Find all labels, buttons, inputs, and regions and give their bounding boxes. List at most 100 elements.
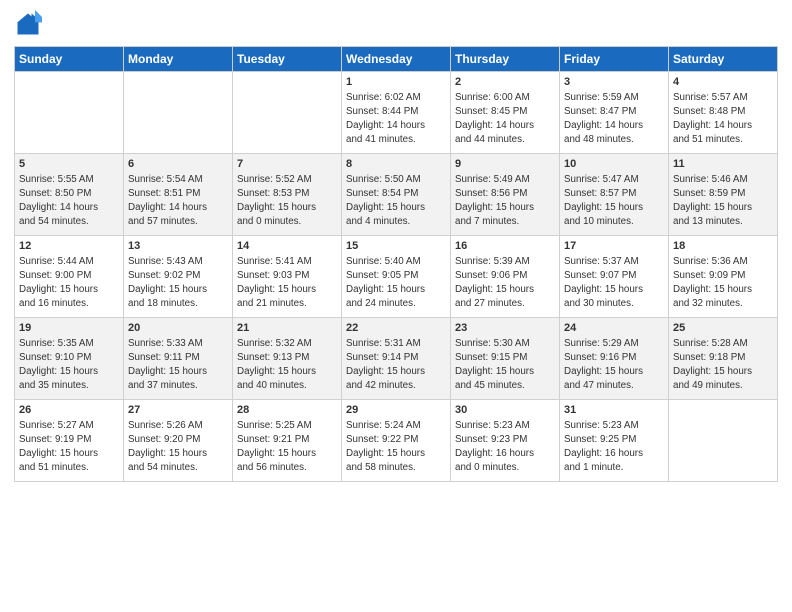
calendar-day-cell: 27Sunrise: 5:26 AM Sunset: 9:20 PM Dayli… xyxy=(124,400,233,482)
day-info: Sunrise: 5:40 AM Sunset: 9:05 PM Dayligh… xyxy=(346,255,446,310)
day-number: 8 xyxy=(346,157,446,172)
calendar-week-row: 12Sunrise: 5:44 AM Sunset: 9:00 PM Dayli… xyxy=(15,236,778,318)
day-number: 22 xyxy=(346,321,446,336)
day-number: 30 xyxy=(455,403,555,418)
day-number: 5 xyxy=(19,157,119,172)
day-number: 4 xyxy=(673,75,773,90)
day-info: Sunrise: 5:50 AM Sunset: 8:54 PM Dayligh… xyxy=(346,173,446,228)
day-of-week-header: Saturday xyxy=(669,47,778,72)
calendar-day-cell: 5Sunrise: 5:55 AM Sunset: 8:50 PM Daylig… xyxy=(15,154,124,236)
day-number: 12 xyxy=(19,239,119,254)
day-info: Sunrise: 5:24 AM Sunset: 9:22 PM Dayligh… xyxy=(346,419,446,474)
day-info: Sunrise: 6:02 AM Sunset: 8:44 PM Dayligh… xyxy=(346,91,446,146)
day-of-week-header: Wednesday xyxy=(342,47,451,72)
day-number: 3 xyxy=(564,75,664,90)
day-info: Sunrise: 5:52 AM Sunset: 8:53 PM Dayligh… xyxy=(237,173,337,228)
day-number: 2 xyxy=(455,75,555,90)
day-info: Sunrise: 5:35 AM Sunset: 9:10 PM Dayligh… xyxy=(19,337,119,392)
day-number: 10 xyxy=(564,157,664,172)
day-number: 13 xyxy=(128,239,228,254)
calendar-day-cell: 14Sunrise: 5:41 AM Sunset: 9:03 PM Dayli… xyxy=(233,236,342,318)
calendar-week-row: 19Sunrise: 5:35 AM Sunset: 9:10 PM Dayli… xyxy=(15,318,778,400)
calendar-day-cell: 29Sunrise: 5:24 AM Sunset: 9:22 PM Dayli… xyxy=(342,400,451,482)
day-info: Sunrise: 5:54 AM Sunset: 8:51 PM Dayligh… xyxy=(128,173,228,228)
calendar-day-cell: 18Sunrise: 5:36 AM Sunset: 9:09 PM Dayli… xyxy=(669,236,778,318)
calendar-day-cell: 12Sunrise: 5:44 AM Sunset: 9:00 PM Dayli… xyxy=(15,236,124,318)
day-info: Sunrise: 5:39 AM Sunset: 9:06 PM Dayligh… xyxy=(455,255,555,310)
calendar-header: SundayMondayTuesdayWednesdayThursdayFrid… xyxy=(15,47,778,72)
day-info: Sunrise: 5:32 AM Sunset: 9:13 PM Dayligh… xyxy=(237,337,337,392)
header-row: SundayMondayTuesdayWednesdayThursdayFrid… xyxy=(15,47,778,72)
day-of-week-header: Friday xyxy=(560,47,669,72)
day-info: Sunrise: 5:46 AM Sunset: 8:59 PM Dayligh… xyxy=(673,173,773,228)
calendar-body: 1Sunrise: 6:02 AM Sunset: 8:44 PM Daylig… xyxy=(15,72,778,482)
day-number: 31 xyxy=(564,403,664,418)
day-info: Sunrise: 5:36 AM Sunset: 9:09 PM Dayligh… xyxy=(673,255,773,310)
calendar-day-cell: 31Sunrise: 5:23 AM Sunset: 9:25 PM Dayli… xyxy=(560,400,669,482)
header xyxy=(14,10,778,38)
calendar-week-row: 1Sunrise: 6:02 AM Sunset: 8:44 PM Daylig… xyxy=(15,72,778,154)
calendar-week-row: 5Sunrise: 5:55 AM Sunset: 8:50 PM Daylig… xyxy=(15,154,778,236)
calendar-day-cell: 2Sunrise: 6:00 AM Sunset: 8:45 PM Daylig… xyxy=(451,72,560,154)
day-info: Sunrise: 5:37 AM Sunset: 9:07 PM Dayligh… xyxy=(564,255,664,310)
day-info: Sunrise: 5:30 AM Sunset: 9:15 PM Dayligh… xyxy=(455,337,555,392)
calendar-table: SundayMondayTuesdayWednesdayThursdayFrid… xyxy=(14,46,778,482)
calendar-day-cell: 1Sunrise: 6:02 AM Sunset: 8:44 PM Daylig… xyxy=(342,72,451,154)
day-number: 29 xyxy=(346,403,446,418)
calendar-day-cell: 17Sunrise: 5:37 AM Sunset: 9:07 PM Dayli… xyxy=(560,236,669,318)
day-info: Sunrise: 6:00 AM Sunset: 8:45 PM Dayligh… xyxy=(455,91,555,146)
calendar-day-cell: 6Sunrise: 5:54 AM Sunset: 8:51 PM Daylig… xyxy=(124,154,233,236)
calendar-day-cell: 20Sunrise: 5:33 AM Sunset: 9:11 PM Dayli… xyxy=(124,318,233,400)
day-number: 17 xyxy=(564,239,664,254)
calendar-day-cell: 28Sunrise: 5:25 AM Sunset: 9:21 PM Dayli… xyxy=(233,400,342,482)
calendar-day-cell: 15Sunrise: 5:40 AM Sunset: 9:05 PM Dayli… xyxy=(342,236,451,318)
day-info: Sunrise: 5:49 AM Sunset: 8:56 PM Dayligh… xyxy=(455,173,555,228)
calendar-day-cell xyxy=(15,72,124,154)
calendar-day-cell: 10Sunrise: 5:47 AM Sunset: 8:57 PM Dayli… xyxy=(560,154,669,236)
calendar-day-cell: 23Sunrise: 5:30 AM Sunset: 9:15 PM Dayli… xyxy=(451,318,560,400)
day-number: 11 xyxy=(673,157,773,172)
day-info: Sunrise: 5:47 AM Sunset: 8:57 PM Dayligh… xyxy=(564,173,664,228)
logo-icon xyxy=(14,10,42,38)
day-number: 19 xyxy=(19,321,119,336)
calendar-day-cell xyxy=(669,400,778,482)
calendar-day-cell: 24Sunrise: 5:29 AM Sunset: 9:16 PM Dayli… xyxy=(560,318,669,400)
calendar-day-cell: 30Sunrise: 5:23 AM Sunset: 9:23 PM Dayli… xyxy=(451,400,560,482)
day-info: Sunrise: 5:28 AM Sunset: 9:18 PM Dayligh… xyxy=(673,337,773,392)
day-number: 27 xyxy=(128,403,228,418)
day-number: 25 xyxy=(673,321,773,336)
calendar-day-cell: 3Sunrise: 5:59 AM Sunset: 8:47 PM Daylig… xyxy=(560,72,669,154)
calendar-week-row: 26Sunrise: 5:27 AM Sunset: 9:19 PM Dayli… xyxy=(15,400,778,482)
calendar-day-cell: 13Sunrise: 5:43 AM Sunset: 9:02 PM Dayli… xyxy=(124,236,233,318)
calendar-day-cell: 25Sunrise: 5:28 AM Sunset: 9:18 PM Dayli… xyxy=(669,318,778,400)
day-info: Sunrise: 5:44 AM Sunset: 9:00 PM Dayligh… xyxy=(19,255,119,310)
calendar-day-cell: 9Sunrise: 5:49 AM Sunset: 8:56 PM Daylig… xyxy=(451,154,560,236)
day-number: 28 xyxy=(237,403,337,418)
day-info: Sunrise: 5:29 AM Sunset: 9:16 PM Dayligh… xyxy=(564,337,664,392)
calendar-day-cell: 11Sunrise: 5:46 AM Sunset: 8:59 PM Dayli… xyxy=(669,154,778,236)
day-number: 20 xyxy=(128,321,228,336)
day-info: Sunrise: 5:27 AM Sunset: 9:19 PM Dayligh… xyxy=(19,419,119,474)
day-info: Sunrise: 5:25 AM Sunset: 9:21 PM Dayligh… xyxy=(237,419,337,474)
calendar-day-cell: 8Sunrise: 5:50 AM Sunset: 8:54 PM Daylig… xyxy=(342,154,451,236)
calendar-day-cell: 21Sunrise: 5:32 AM Sunset: 9:13 PM Dayli… xyxy=(233,318,342,400)
day-of-week-header: Sunday xyxy=(15,47,124,72)
calendar-day-cell: 7Sunrise: 5:52 AM Sunset: 8:53 PM Daylig… xyxy=(233,154,342,236)
calendar-day-cell: 22Sunrise: 5:31 AM Sunset: 9:14 PM Dayli… xyxy=(342,318,451,400)
day-number: 14 xyxy=(237,239,337,254)
day-info: Sunrise: 5:43 AM Sunset: 9:02 PM Dayligh… xyxy=(128,255,228,310)
day-number: 1 xyxy=(346,75,446,90)
day-number: 15 xyxy=(346,239,446,254)
day-number: 21 xyxy=(237,321,337,336)
calendar-day-cell xyxy=(124,72,233,154)
day-info: Sunrise: 5:55 AM Sunset: 8:50 PM Dayligh… xyxy=(19,173,119,228)
day-number: 6 xyxy=(128,157,228,172)
day-number: 26 xyxy=(19,403,119,418)
logo xyxy=(14,10,46,38)
page: SundayMondayTuesdayWednesdayThursdayFrid… xyxy=(0,0,792,612)
day-info: Sunrise: 5:33 AM Sunset: 9:11 PM Dayligh… xyxy=(128,337,228,392)
day-info: Sunrise: 5:23 AM Sunset: 9:25 PM Dayligh… xyxy=(564,419,664,474)
day-info: Sunrise: 5:59 AM Sunset: 8:47 PM Dayligh… xyxy=(564,91,664,146)
day-info: Sunrise: 5:57 AM Sunset: 8:48 PM Dayligh… xyxy=(673,91,773,146)
day-number: 18 xyxy=(673,239,773,254)
